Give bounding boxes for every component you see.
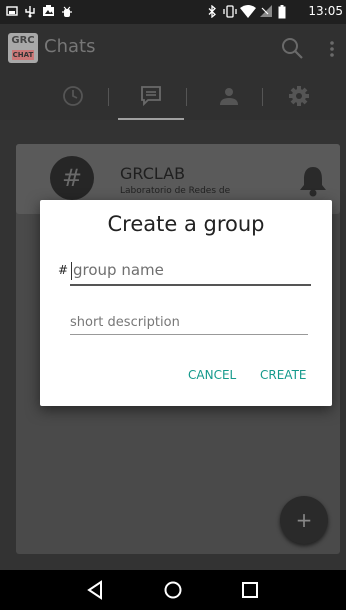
overflow-menu-icon[interactable] [326,38,338,60]
bluetooth-icon [208,4,217,21]
group-title: GRCLAB [120,164,186,183]
wifi-icon [240,5,256,21]
group-avatar: # [50,156,94,200]
tab-recent[interactable] [38,72,108,120]
group-subtitle: Laboratorio de Redes de [120,186,231,196]
tab-chats[interactable] [116,72,186,120]
hash-prefix: # [58,263,69,277]
short-description-field[interactable] [70,310,308,335]
screen: 13:05 GRC CHAT Chats # GRCLAB Laboratori… [0,0,346,610]
create-group-dialog: Create a group # CANCEL CREATE [40,200,332,406]
vibrate-icon [222,5,238,21]
image-icon [42,5,55,20]
cancel-button[interactable]: CANCEL [188,366,236,384]
status-time: 13:05 [308,4,343,18]
usb-icon [24,5,36,21]
group-name-field[interactable] [70,256,311,286]
logo-text-top: GRC [11,35,35,46]
search-icon[interactable] [278,34,306,62]
tab-bar [0,72,346,120]
app-toolbar: GRC CHAT Chats [0,24,346,72]
create-button[interactable]: CREATE [260,366,307,384]
tab-divider [186,88,187,106]
debug-icon [62,5,72,21]
tab-divider [108,88,109,106]
tab-contacts[interactable] [194,72,264,120]
recents-icon[interactable] [238,578,262,602]
back-icon[interactable] [84,578,108,602]
no-signal-icon [260,5,273,21]
tab-settings[interactable] [262,72,332,120]
dialog-title: Create a group [107,212,265,236]
navigation-bar [0,570,346,610]
app-logo: GRC CHAT [8,33,38,63]
status-bar: 13:05 [0,0,346,24]
home-icon[interactable] [161,578,185,602]
app-title: Chats [44,36,96,57]
screenshot-icon [6,5,18,20]
logo-text-bottom: CHAT [12,50,34,60]
battery-icon [278,5,286,22]
new-group-fab[interactable]: + [280,496,328,544]
bell-icon[interactable] [298,164,328,202]
text-cursor [71,262,72,280]
